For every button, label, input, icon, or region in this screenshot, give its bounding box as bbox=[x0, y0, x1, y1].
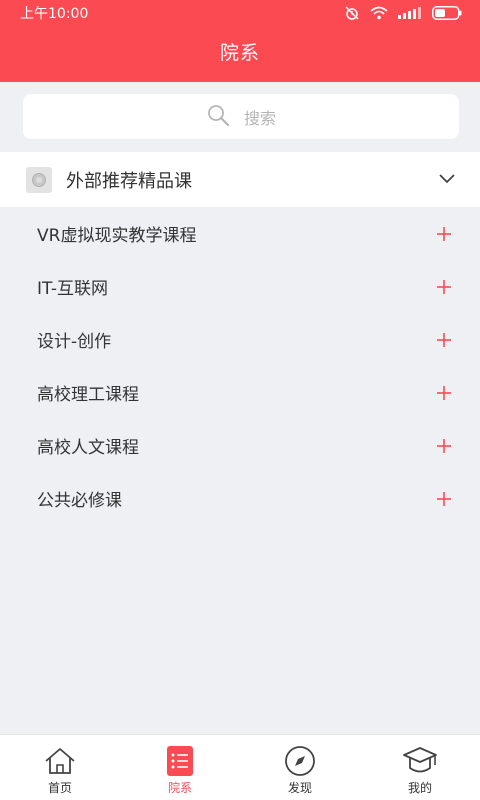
search-input[interactable]: 搜索 bbox=[23, 94, 459, 139]
list-item[interactable]: 设计-创作 bbox=[0, 313, 480, 366]
battery-icon bbox=[432, 6, 462, 20]
tab-label: 院系 bbox=[167, 781, 192, 795]
signal-icon bbox=[398, 7, 422, 19]
plus-icon[interactable] bbox=[436, 279, 452, 295]
page-title: 院系 bbox=[219, 42, 260, 64]
plus-icon[interactable] bbox=[436, 226, 452, 242]
plus-icon[interactable] bbox=[436, 491, 452, 507]
bottom-tabbar: 首页 院系 发现 我的 bbox=[0, 734, 480, 800]
search-icon bbox=[206, 103, 230, 131]
list-item-label: 高校人文课程 bbox=[37, 438, 139, 458]
tab-home[interactable]: 首页 bbox=[0, 735, 120, 800]
list-icon bbox=[167, 745, 193, 777]
search-section: 搜索 bbox=[0, 82, 480, 152]
graduation-cap-icon bbox=[402, 745, 438, 777]
list-item[interactable]: 公共必修课 bbox=[0, 472, 480, 525]
tab-departments[interactable]: 院系 bbox=[120, 735, 240, 800]
tab-label: 首页 bbox=[47, 781, 72, 795]
plus-icon[interactable] bbox=[436, 332, 452, 348]
status-time: 上午10:00 bbox=[20, 6, 89, 22]
status-icons bbox=[344, 5, 462, 21]
group-header[interactable]: 外部推荐精品课 bbox=[0, 152, 480, 207]
compass-icon bbox=[284, 745, 316, 777]
search-placeholder: 搜索 bbox=[243, 108, 276, 128]
list-item[interactable]: 高校理工课程 bbox=[0, 366, 480, 419]
list-item-label: 公共必修课 bbox=[37, 491, 122, 511]
list-item-label: VR虚拟现实教学课程 bbox=[37, 226, 197, 246]
alarm-icon bbox=[344, 5, 360, 21]
status-bar: 上午10:00 bbox=[0, 0, 480, 26]
home-icon bbox=[43, 745, 77, 777]
app-header: 上午10:00 院系 bbox=[0, 0, 480, 82]
plus-icon[interactable] bbox=[436, 385, 452, 401]
list-item-label: 设计-创作 bbox=[37, 332, 112, 352]
tab-label: 我的 bbox=[407, 781, 432, 795]
list-item-label: IT-互联网 bbox=[37, 279, 108, 299]
group-logo-icon bbox=[26, 166, 52, 193]
list-item[interactable]: 高校人文课程 bbox=[0, 419, 480, 472]
chevron-down-icon[interactable] bbox=[438, 170, 456, 189]
list-item-label: 高校理工课程 bbox=[37, 385, 139, 405]
group-label: 外部推荐精品课 bbox=[66, 170, 192, 192]
list-item[interactable]: IT-互联网 bbox=[0, 260, 480, 313]
wifi-icon bbox=[370, 6, 388, 20]
list-item[interactable]: VR虚拟现实教学课程 bbox=[0, 207, 480, 260]
tab-label: 发现 bbox=[287, 781, 312, 795]
tab-mine[interactable]: 我的 bbox=[360, 735, 480, 800]
tab-discover[interactable]: 发现 bbox=[240, 735, 360, 800]
category-list: VR虚拟现实教学课程 IT-互联网 设计-创作 高校理工课程 高校人文课程 公共… bbox=[0, 207, 480, 525]
plus-icon[interactable] bbox=[436, 438, 452, 454]
